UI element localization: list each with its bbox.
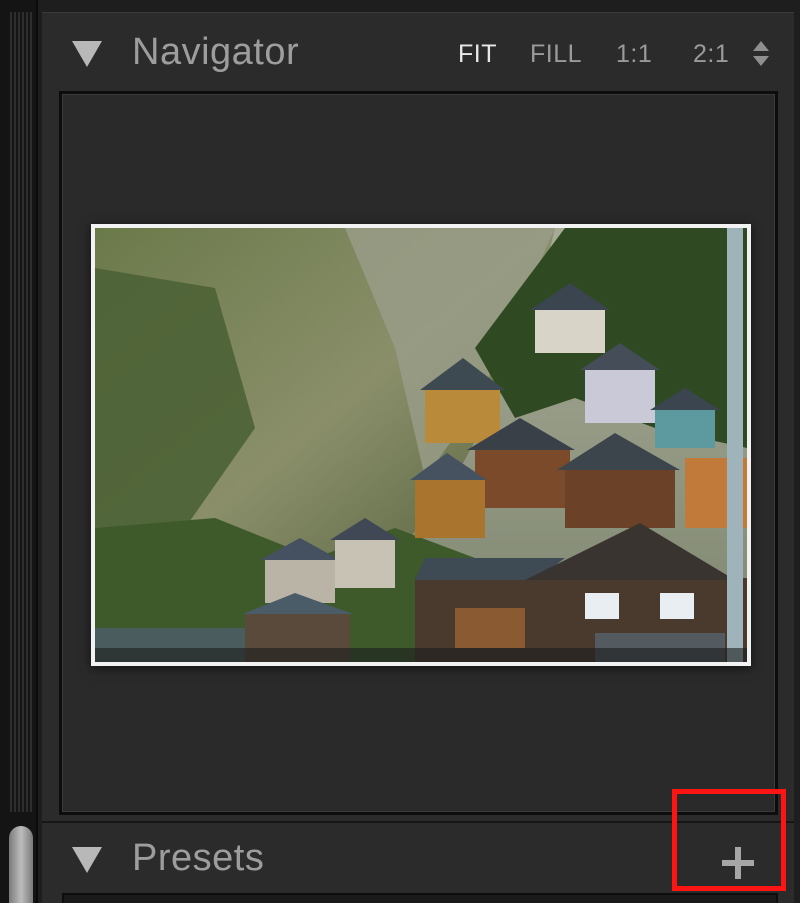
zoom-fill-option[interactable]: FILL bbox=[530, 40, 582, 69]
presets-content-edge bbox=[62, 893, 778, 903]
navigator-title: Navigator bbox=[132, 31, 300, 73]
disclosure-triangle-down-icon[interactable] bbox=[72, 847, 102, 873]
navigator-header[interactable]: Navigator FIT FILL 1:1 2:1 bbox=[42, 13, 794, 93]
add-preset-highlight-box bbox=[672, 789, 786, 891]
up-down-arrows-icon[interactable] bbox=[750, 39, 774, 71]
navigator-presets-panel: Navigator FIT FILL 1:1 2:1 Presets bbox=[42, 12, 794, 903]
zoom-1-1-option[interactable]: 1:1 bbox=[616, 40, 652, 69]
navigator-preview-area[interactable] bbox=[59, 91, 778, 815]
navigator-photo-preview[interactable] bbox=[91, 224, 751, 666]
panel-edge-strip bbox=[0, 0, 38, 903]
panel-scrollbar-thumb[interactable] bbox=[9, 826, 33, 903]
stepper-up-arrow-icon[interactable] bbox=[753, 41, 769, 51]
zoom-fit-option[interactable]: FIT bbox=[458, 40, 497, 69]
panel-edge-lines bbox=[10, 12, 32, 812]
village-photo-thumbnail bbox=[95, 228, 747, 662]
stepper-down-arrow-icon[interactable] bbox=[753, 56, 769, 66]
lightroom-left-panel: Navigator FIT FILL 1:1 2:1 Presets bbox=[0, 0, 800, 903]
disclosure-triangle-down-icon[interactable] bbox=[72, 41, 102, 67]
zoom-2-1-option[interactable]: 2:1 bbox=[693, 40, 729, 69]
presets-title: Presets bbox=[132, 837, 265, 879]
